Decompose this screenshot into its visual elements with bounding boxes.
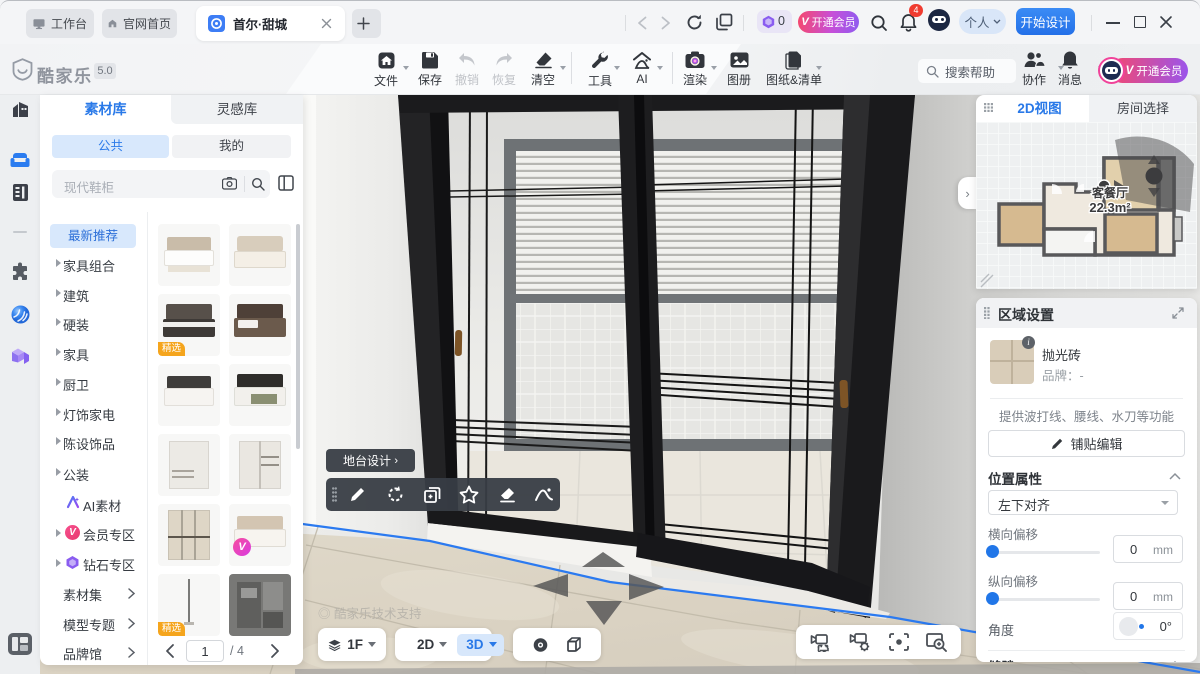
svg-text:22.3m²: 22.3m² xyxy=(1089,200,1131,215)
svg-text:客餐厅: 客餐厅 xyxy=(1091,185,1128,200)
